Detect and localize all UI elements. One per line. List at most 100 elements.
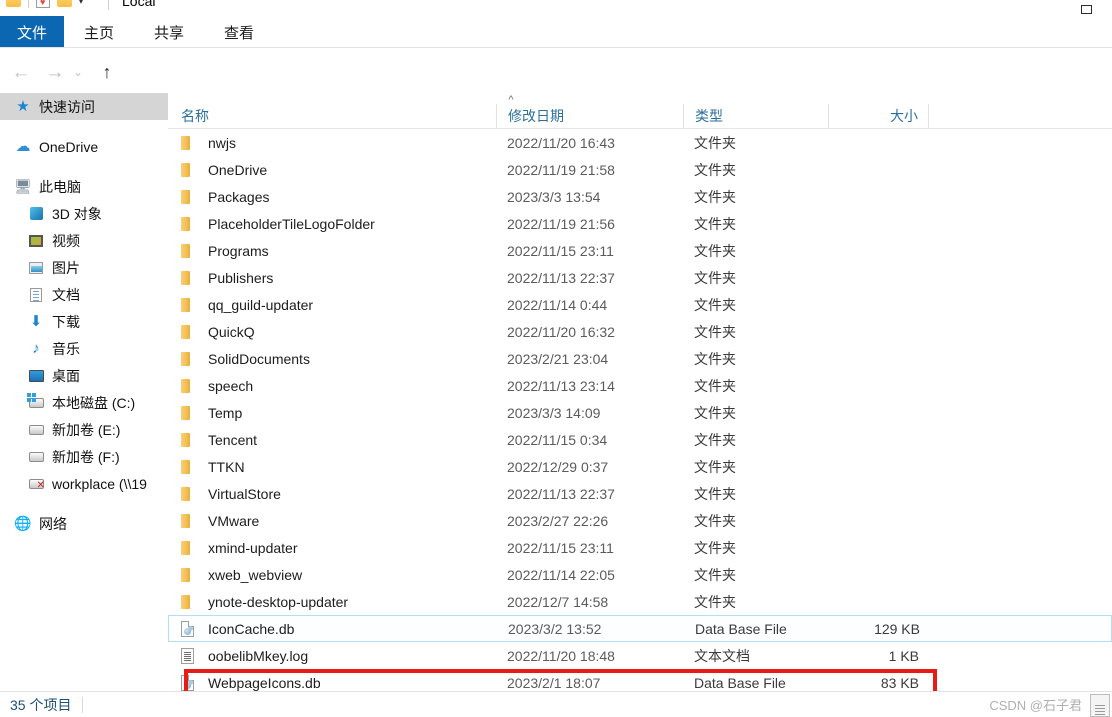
cell-type: Data Base File <box>695 620 787 637</box>
table-row[interactable]: IconCache.db 2023/3/2 13:52 Data Base File… <box>168 615 1112 642</box>
column-headers: 名称 修改日期 类型 大小 <box>168 104 1112 128</box>
file-name-label: PlaceholderTileLogoFolder <box>208 215 375 232</box>
cloud-icon: ☁ <box>15 138 31 155</box>
back-button[interactable]: ← <box>6 52 36 92</box>
column-header-filler <box>928 104 1112 128</box>
cell-date-modified: 2023/3/2 13:52 <box>508 620 602 637</box>
table-row[interactable]: VirtualStore 2022/11/13 22:37 文件夹 <box>168 480 1112 507</box>
file-explorer-window: ♥ ▾ Local 文件 主页 共享 查看 ← → ⌄ ↑ › <box>0 0 1112 717</box>
watermark-badge-icon <box>1090 694 1110 717</box>
sidebar-item-network[interactable]: 🌐 网络 <box>0 510 168 537</box>
cell-name: xweb_webview <box>168 567 496 583</box>
sidebar-item-label: 桌面 <box>52 367 80 384</box>
recent-locations-button[interactable]: ⌄ <box>68 52 88 92</box>
column-header-name[interactable]: 名称 <box>168 104 496 128</box>
sidebar-item-volume-f[interactable]: 新加卷 (F:) <box>0 443 168 470</box>
tab-share[interactable]: 共享 <box>134 16 204 48</box>
table-row[interactable]: TTKN 2022/12/29 0:37 文件夹 <box>168 453 1112 480</box>
table-row[interactable]: nwjs 2022/11/20 16:43 文件夹 <box>168 129 1112 156</box>
folder-icon[interactable] <box>6 0 21 7</box>
table-row[interactable]: oobelibMkey.log 2022/11/20 18:48 文本文档 1 KB <box>168 642 1112 669</box>
cell-name: QuickQ <box>168 324 496 340</box>
cell-name: xmind-updater <box>168 540 496 556</box>
table-row[interactable]: xmind-updater 2022/11/15 23:11 文件夹 <box>168 534 1112 561</box>
cell-name: Tencent <box>168 432 496 448</box>
cell-type: 文件夹 <box>694 215 736 232</box>
status-bar: 35 个项目 <box>0 691 1112 717</box>
cell-type: 文件夹 <box>694 161 736 178</box>
cell-name: WebpageIcons.db <box>168 674 496 691</box>
cell-name: OneDrive <box>168 162 496 178</box>
cell-date-modified: 2023/3/3 14:09 <box>507 404 601 421</box>
table-row[interactable]: VMware 2023/2/27 22:26 文件夹 <box>168 507 1112 534</box>
file-name-label: ynote-desktop-updater <box>208 593 349 610</box>
forward-button[interactable]: → <box>40 52 70 92</box>
sidebar-item-pictures[interactable]: 图片 <box>0 254 168 281</box>
computer-icon: 🖥 <box>14 178 32 194</box>
cell-type: 文件夹 <box>694 593 736 610</box>
cell-type: 文件夹 <box>694 539 736 556</box>
cell-date-modified: 2022/11/15 0:34 <box>507 431 608 448</box>
sidebar-item-quick-access[interactable]: ★ 快速访问 <box>0 93 168 120</box>
table-row[interactable]: SolidDocuments 2023/2/21 23:04 文件夹 <box>168 345 1112 372</box>
file-name-label: WebpageIcons.db <box>208 674 321 691</box>
cell-name: TTKN <box>168 459 496 475</box>
chevron-down-icon[interactable]: ▾ <box>79 0 83 6</box>
table-row[interactable]: Programs 2022/11/15 23:11 文件夹 <box>168 237 1112 264</box>
sidebar-item-music[interactable]: ♪ 音乐 <box>0 335 168 362</box>
sidebar-item-documents[interactable]: 文档 <box>0 281 168 308</box>
navigation-pane[interactable]: ★ 快速访问 ☁ OneDrive 🖥 此电脑 3D 对象 视频 图片 文档 ⬇… <box>0 93 168 691</box>
sidebar-item-label: 网络 <box>39 515 67 532</box>
column-header-type[interactable]: 类型 <box>683 104 828 128</box>
sidebar-item-label: 快速访问 <box>39 98 95 115</box>
sidebar-item-local-disk-c[interactable]: 本地磁盘 (C:) <box>0 389 168 416</box>
column-header-date-modified[interactable]: 修改日期 <box>496 104 683 128</box>
cell-name: VirtualStore <box>168 486 496 502</box>
table-row[interactable]: Packages 2023/3/3 13:54 文件夹 <box>168 183 1112 210</box>
sidebar-item-this-pc[interactable]: 🖥 此电脑 <box>0 173 168 200</box>
sidebar-item-volume-e[interactable]: 新加卷 (E:) <box>0 416 168 443</box>
sidebar-item-label: 本地磁盘 (C:) <box>52 394 136 411</box>
cell-name: ynote-desktop-updater <box>168 594 496 610</box>
quick-access-toolbar: ♥ ▾ <box>6 0 83 8</box>
table-row[interactable]: QuickQ 2022/11/20 16:32 文件夹 <box>168 318 1112 345</box>
sidebar-item-3d-objects[interactable]: 3D 对象 <box>0 200 168 227</box>
tab-home[interactable]: 主页 <box>64 16 134 48</box>
restore-button[interactable] <box>1064 0 1108 14</box>
cell-name: oobelibMkey.log <box>168 647 496 664</box>
cell-name: speech <box>168 378 496 394</box>
tab-file[interactable]: 文件 <box>0 16 65 48</box>
table-row[interactable]: ynote-desktop-updater 2022/12/7 14:58 文件夹 <box>168 588 1112 615</box>
folder-icon[interactable] <box>57 0 72 7</box>
watermark-text: CSDN @石子君 <box>989 698 1082 713</box>
favorites-icon[interactable]: ♥ <box>36 0 50 8</box>
up-button[interactable]: ↑ <box>92 52 122 92</box>
navigation-bar: ← → ⌄ ↑ › 86198 › AppData › Local ⌄ ↻ ⌕ … <box>0 52 1112 141</box>
cell-name: PlaceholderTileLogoFolder <box>168 216 496 232</box>
3d-objects-icon <box>27 205 45 223</box>
cell-size: 1 KB <box>888 647 919 664</box>
table-row[interactable]: qq_guild-updater 2022/11/14 0:44 文件夹 <box>168 291 1112 318</box>
sidebar-item-videos[interactable]: 视频 <box>0 227 168 254</box>
music-icon: ♪ <box>32 340 40 357</box>
table-row[interactable]: Publishers 2022/11/13 22:37 文件夹 <box>168 264 1112 291</box>
cell-type: 文件夹 <box>694 512 736 529</box>
folder-icon <box>181 432 199 447</box>
cell-type: 文件夹 <box>694 323 736 340</box>
folder-icon <box>181 189 199 204</box>
sidebar-item-workplace[interactable]: workplace (\\19 <box>0 470 168 497</box>
tab-view[interactable]: 查看 <box>204 16 274 48</box>
table-row[interactable]: PlaceholderTileLogoFolder 2022/11/19 21:5… <box>168 210 1112 237</box>
file-list-pane: ^ 名称 修改日期 类型 大小 nwjs 2022/11/20 16:43 文件夹 O… <box>168 93 1112 703</box>
column-header-size[interactable]: 大小 <box>828 104 928 128</box>
sidebar-item-downloads[interactable]: ⬇ 下载 <box>0 308 168 335</box>
file-name-label: Packages <box>208 188 270 205</box>
sidebar-item-desktop[interactable]: 桌面 <box>0 362 168 389</box>
status-divider <box>82 696 84 713</box>
table-row[interactable]: Temp 2023/3/3 14:09 文件夹 <box>168 399 1112 426</box>
table-row[interactable]: xweb_webview 2022/11/14 22:05 文件夹 <box>168 561 1112 588</box>
table-row[interactable]: speech 2022/11/13 23:14 文件夹 <box>168 372 1112 399</box>
table-row[interactable]: OneDrive 2022/11/19 21:58 文件夹 <box>168 156 1112 183</box>
sidebar-item-onedrive[interactable]: ☁ OneDrive <box>0 133 168 160</box>
table-row[interactable]: Tencent 2022/11/15 0:34 文件夹 <box>168 426 1112 453</box>
